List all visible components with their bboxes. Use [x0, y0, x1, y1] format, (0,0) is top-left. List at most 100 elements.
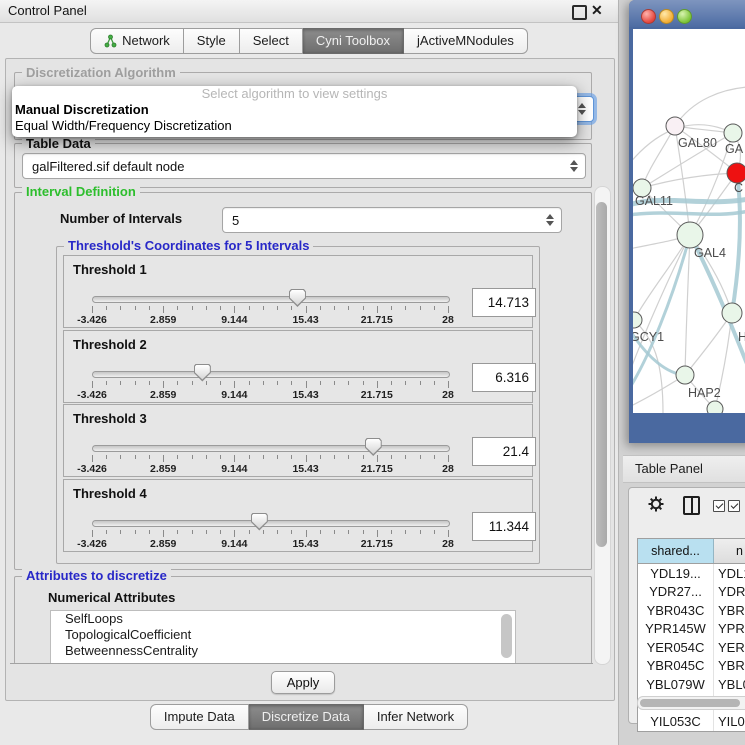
- threshold-value-field[interactable]: 11.344: [472, 512, 536, 541]
- control-panel-window: Control Panel ✕ Network Style SelectCyni T…: [0, 0, 619, 745]
- network-edge[interactable]: [685, 235, 690, 375]
- slider-track[interactable]: [92, 520, 450, 527]
- table-row[interactable]: YIL053CYIL0: [638, 712, 745, 731]
- zoom-traffic-light-icon[interactable]: [677, 9, 692, 24]
- table-cell: YPR1: [714, 620, 745, 639]
- table-row[interactable]: YBR045CYBR0: [638, 657, 745, 676]
- threshold-slider[interactable]: -3.4262.8599.14415.4321.71528: [92, 518, 448, 550]
- network-edge[interactable]: [675, 87, 745, 126]
- close-traffic-light-icon[interactable]: [641, 9, 656, 24]
- column-header-name[interactable]: n: [714, 539, 745, 563]
- checkbox-icon[interactable]: [713, 500, 725, 512]
- screen: Control Panel ✕ Network Style SelectCyni T…: [0, 0, 745, 745]
- network-edge-thick[interactable]: [633, 211, 745, 215]
- slider-track[interactable]: [92, 296, 450, 303]
- network-node[interactable]: [707, 401, 723, 413]
- network-canvas[interactable]: GAL80GACGAL11GAL4GCY1HHAP2: [633, 29, 745, 413]
- tab-cyni-toolbox[interactable]: Cyni Toolbox: [303, 28, 404, 54]
- bottom-tab-infer-network[interactable]: Infer Network: [364, 704, 468, 730]
- tab-select[interactable]: Select: [240, 28, 303, 54]
- threshold-value-field[interactable]: 6.316: [472, 363, 536, 392]
- control-panel-title: Control Panel: [8, 3, 87, 18]
- dropdown-placeholder-item[interactable]: Select algorithm to view settings: [12, 86, 577, 102]
- attribute-list-item[interactable]: SelfLoops: [51, 611, 515, 627]
- tab-jactivemnodules[interactable]: jActiveMNodules: [404, 28, 528, 54]
- network-node-gcy1[interactable]: [633, 312, 642, 328]
- network-edge[interactable]: [642, 126, 675, 188]
- split-columns-icon[interactable]: [683, 496, 700, 515]
- tab-label: jActiveMNodules: [417, 29, 514, 53]
- close-icon[interactable]: ✕: [591, 2, 603, 19]
- table-row[interactable]: YPR145WYPR1: [638, 620, 745, 639]
- slider-tick: [306, 455, 307, 462]
- num-intervals-combobox[interactable]: 5: [222, 207, 562, 233]
- network-node-gal80[interactable]: [666, 117, 684, 135]
- slider-track[interactable]: [92, 445, 450, 452]
- table-row[interactable]: YBL079WYBL0: [638, 675, 745, 694]
- threshold-slider[interactable]: -3.4262.8599.14415.4321.71528: [92, 443, 448, 475]
- network-edge[interactable]: [634, 235, 690, 320]
- network-edge[interactable]: [633, 235, 690, 374]
- table-row[interactable]: YBR043CYBR0: [638, 601, 745, 620]
- float-window-icon[interactable]: [572, 5, 587, 20]
- network-edge[interactable]: [642, 173, 737, 188]
- threshold-slider[interactable]: -3.4262.8599.14415.4321.71528: [92, 369, 448, 401]
- slider-thumb[interactable]: [251, 513, 268, 531]
- attribute-list-item[interactable]: BetweennessCentrality: [51, 643, 515, 659]
- network-node-ga[interactable]: [724, 124, 742, 142]
- table-row[interactable]: YER054CYER0: [638, 638, 745, 657]
- slider-tick: [135, 381, 136, 385]
- slider-tick-label: 28: [442, 314, 454, 326]
- attribute-list-item[interactable]: TopologicalCoefficient: [51, 627, 515, 643]
- bottom-tab-label: Infer Network: [377, 705, 454, 729]
- minimize-traffic-light-icon[interactable]: [659, 9, 674, 24]
- bottom-tab-impute-data[interactable]: Impute Data: [150, 704, 249, 730]
- table-row[interactable]: YDR27...YDR2: [638, 583, 745, 602]
- slider-tick-label: 21.715: [361, 538, 393, 550]
- table-cell: YDL1: [714, 564, 745, 583]
- column-header-shared[interactable]: shared...: [638, 539, 714, 563]
- slider-tick-label: 2.859: [150, 389, 176, 401]
- threshold-value-field[interactable]: 14.713: [472, 288, 536, 317]
- slider-tick: [306, 381, 307, 388]
- table-cell: YBL079W: [638, 675, 714, 694]
- table-cell: YBR0: [714, 657, 745, 676]
- slider-tick: [106, 530, 107, 534]
- apply-button[interactable]: Apply: [271, 671, 335, 694]
- slider-tick: [448, 381, 449, 388]
- threshold-value-field[interactable]: 21.4: [472, 437, 536, 466]
- table-data-combobox[interactable]: galFiltered.sif default node: [22, 153, 586, 179]
- tab-style[interactable]: Style: [184, 28, 240, 54]
- slider-tick: [192, 381, 193, 385]
- slider-thumb[interactable]: [194, 364, 211, 382]
- panel-scrollbar[interactable]: [594, 186, 611, 665]
- table-scrollbar-thumb[interactable]: [640, 699, 740, 707]
- network-node-h[interactable]: [722, 303, 742, 323]
- content-separator: [10, 663, 593, 664]
- dropdown-item-manual-discretization[interactable]: Manual Discretization: [12, 102, 577, 118]
- tab-label: Style: [197, 29, 226, 53]
- network-node-c[interactable]: [727, 163, 745, 183]
- slider-tick: [192, 530, 193, 534]
- slider-tick-label: 21.715: [361, 389, 393, 401]
- gear-icon[interactable]: [647, 495, 665, 513]
- table-horizontal-scrollbar[interactable]: [637, 696, 745, 710]
- numerical-attributes-list[interactable]: SelfLoopsTopologicalCoefficientBetweenne…: [50, 610, 516, 664]
- slider-track[interactable]: [92, 371, 450, 378]
- tab-network[interactable]: Network: [90, 28, 184, 54]
- threshold-label: Threshold 2: [73, 337, 147, 352]
- network-node-label: H: [738, 330, 745, 344]
- slider-tick: [135, 306, 136, 310]
- network-edge[interactable]: [685, 313, 732, 375]
- slider-thumb[interactable]: [289, 289, 306, 307]
- bottom-tab-discretize-data[interactable]: Discretize Data: [249, 704, 364, 730]
- slider-thumb[interactable]: [365, 438, 382, 456]
- panel-scrollbar-thumb[interactable]: [596, 202, 607, 547]
- list-scrollbar[interactable]: [501, 614, 512, 658]
- dropdown-item-equal-width[interactable]: Equal Width/Frequency Discretization: [12, 118, 577, 134]
- network-node-hap2[interactable]: [676, 366, 694, 384]
- checkbox-icon[interactable]: [728, 500, 740, 512]
- threshold-slider[interactable]: -3.4262.8599.14415.4321.71528: [92, 294, 448, 326]
- network-node-gal4[interactable]: [677, 222, 703, 248]
- table-row[interactable]: YDL19...YDL1: [638, 564, 745, 583]
